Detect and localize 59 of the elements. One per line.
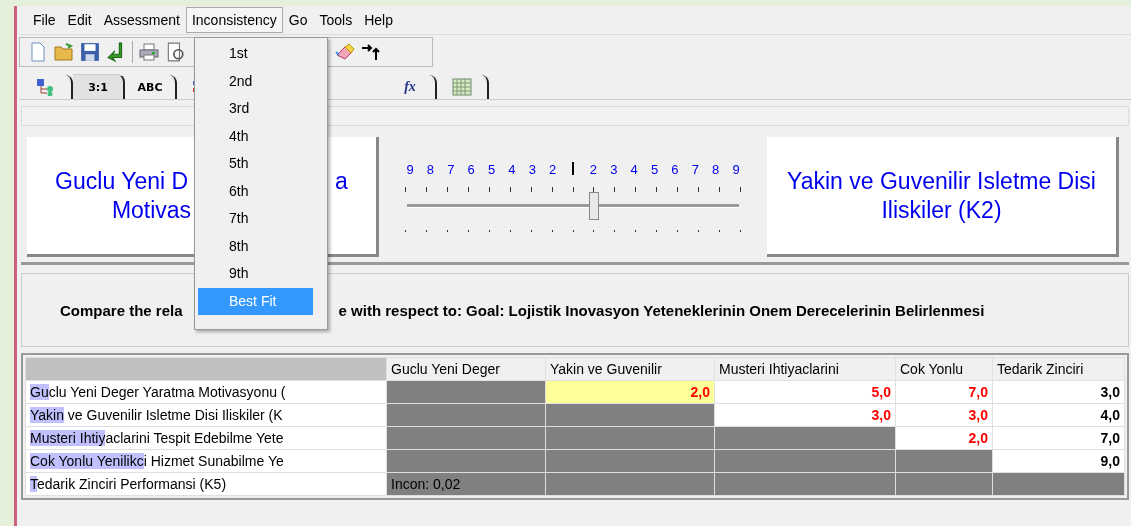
menu-item[interactable]: Inconsistency	[185, 7, 283, 33]
scale-number: 7	[446, 162, 456, 177]
menu-item[interactable]: 1st	[198, 40, 313, 68]
scale-number: 8	[425, 162, 435, 177]
column-header: Yakin ve Guvenilir	[545, 357, 715, 381]
element-name: Guclu Yeni D	[55, 167, 189, 194]
value-cell[interactable]: 4,0	[992, 403, 1125, 427]
menu-item[interactable]: 8th	[198, 232, 313, 260]
menu-item[interactable]: 5th	[198, 150, 313, 178]
inconsistency-cell: Incon: 0,02	[386, 472, 546, 496]
scale-number: 5	[486, 162, 497, 177]
menu-item[interactable]: Help	[358, 7, 399, 33]
scale-number: 7	[690, 162, 700, 177]
menu-item[interactable]: Edit	[61, 7, 98, 33]
scale-number: 2	[548, 162, 558, 177]
column-header: Cok Yonlu	[895, 357, 993, 381]
menu-item[interactable]: Go	[282, 7, 314, 33]
scale-number: 5	[649, 162, 660, 177]
column-header: Musteri Ihtiyaclarini	[714, 357, 896, 381]
value-cell[interactable]: 2,0	[545, 380, 715, 404]
menu-item[interactable]: 2nd	[198, 67, 313, 95]
menu-item[interactable]: 3rd	[198, 95, 313, 123]
scale-number: 4	[629, 162, 639, 177]
scale-number: 3	[527, 162, 537, 177]
tab[interactable]: 3:1	[73, 74, 125, 99]
tab[interactable]: ABC	[125, 75, 177, 99]
value-cell[interactable]: 3,0	[714, 403, 896, 427]
menu-item[interactable]: 9th	[198, 260, 313, 288]
value-cell[interactable]: 9,0	[992, 449, 1125, 473]
compare-text: Compare the rela	[60, 301, 183, 319]
row-header[interactable]: Tedarik Zinciri Performansi (K5)	[25, 472, 387, 496]
menu-item[interactable]: 6th	[198, 177, 313, 205]
compare-text: e with respect to: Goal: Lojistik Inovasyon Yeteneklerinin Onem Derecelerinin Belirlenmesi	[338, 301, 985, 319]
value-cell[interactable]: 7,0	[992, 426, 1125, 450]
element-name: a	[335, 167, 348, 194]
value-cell[interactable]: 3,0	[992, 380, 1125, 404]
menu-item[interactable]: Assessment	[97, 7, 186, 33]
row-header[interactable]: Musteri Ihtiyaclarini Tespit Edebilme Yete	[25, 426, 387, 450]
scale-number: 4	[507, 162, 517, 177]
scale-number: 2	[588, 162, 598, 177]
column-header: Guclu Yeni Deger	[386, 357, 546, 381]
column-header: Tedarik Zinciri	[992, 357, 1125, 381]
menu-item[interactable]: File	[27, 7, 62, 33]
element-name: Yakin ve Guvenilir Isletme Disi Iliskiler (K2)	[787, 166, 1096, 225]
scale-number: 9	[731, 162, 741, 177]
scale-number: 6	[466, 162, 476, 177]
menu-item[interactable]: 4th	[198, 122, 313, 150]
tab[interactable]: fx	[385, 75, 437, 99]
scale-number: 9	[405, 162, 415, 177]
value-cell[interactable]: 5,0	[714, 380, 896, 404]
scale-number: 6	[670, 162, 680, 177]
row-header[interactable]: Cok Yonlu Yenilikci Hizmet Sunabilme Ye	[25, 449, 387, 473]
scale-number: 3	[609, 162, 619, 177]
menu-item[interactable]: Tools	[313, 7, 359, 33]
menu-item[interactable]: 7th	[198, 205, 313, 233]
row-header[interactable]: Guclu Yeni Deger Yaratma Motivasyonu (	[25, 380, 387, 404]
element-name: Motivas	[111, 196, 192, 223]
row-header[interactable]: Yakin ve Guvenilir Isletme Disi Iliskiler (K	[25, 403, 387, 427]
scale-number: 8	[711, 162, 721, 177]
